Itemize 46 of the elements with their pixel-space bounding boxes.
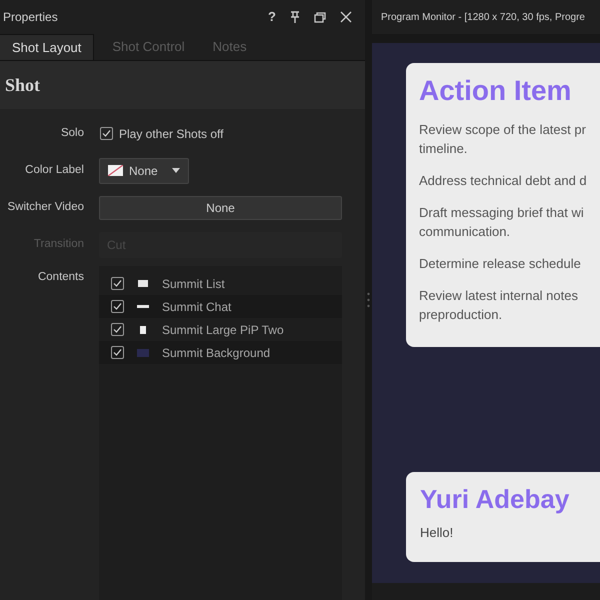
tab[interactable]: Shot Layout [0, 34, 94, 60]
action-item: Determine release schedule [419, 255, 582, 273]
checkbox-label: Play other Shots off [119, 126, 224, 142]
layer-icon [140, 326, 146, 334]
restore-icon[interactable] [314, 12, 326, 22]
layer-name: Summit Background [162, 344, 270, 362]
layer-row[interactable]: Summit Background [99, 341, 342, 364]
color-label-dropdown[interactable]: None [99, 158, 189, 184]
switcher-video-button[interactable]: None [99, 196, 342, 220]
action-item: Draft messaging brief that wi communication. [419, 204, 585, 241]
layer-name: Summit Chat [162, 298, 232, 316]
check-icon [102, 129, 111, 138]
checkbox[interactable] [111, 346, 124, 359]
field-label: Switcher Video [6, 200, 85, 215]
field-label: Contents [36, 270, 85, 285]
action-item: Review scope of the latest pr timeline. [419, 121, 587, 158]
panel-title: Properties [3, 9, 58, 26]
layer-name: Summit Large PiP Two [162, 322, 284, 338]
check-icon [113, 302, 122, 311]
no-color-swatch-icon [108, 165, 123, 176]
action-item: Address technical debt and d [419, 172, 588, 190]
monitor-title: Program Monitor - [1280 x 720, 30 fps, Progre [381, 10, 585, 24]
layer-name: Summit List [162, 276, 225, 292]
help-icon[interactable]: ? [268, 7, 276, 27]
chat-name: Yuri Adebay [420, 483, 570, 516]
field-label: Solo [60, 126, 85, 141]
close-icon[interactable] [340, 11, 352, 23]
check-icon [113, 348, 122, 357]
checkbox[interactable] [111, 323, 124, 336]
action-item: Review latest internal notes preproduction. [419, 287, 579, 324]
layer-icon [137, 305, 149, 308]
pin-icon[interactable] [290, 11, 300, 23]
checkbox[interactable] [111, 277, 124, 290]
field-label: Color Label [24, 162, 85, 178]
layer-icon [137, 348, 149, 356]
checkbox[interactable] [111, 300, 124, 313]
dropdown-caret-icon [172, 168, 180, 173]
checkbox[interactable] [100, 127, 113, 140]
layer-icon [138, 280, 148, 287]
check-icon [113, 325, 122, 334]
layer-row[interactable]: Summit Chat [99, 295, 342, 318]
section-title: Shot [5, 74, 40, 96]
resize-handle-icon[interactable] [367, 292, 370, 308]
check-icon [113, 279, 122, 288]
chat-message: Hello! [420, 524, 454, 542]
card-title: Action Item [419, 75, 572, 107]
